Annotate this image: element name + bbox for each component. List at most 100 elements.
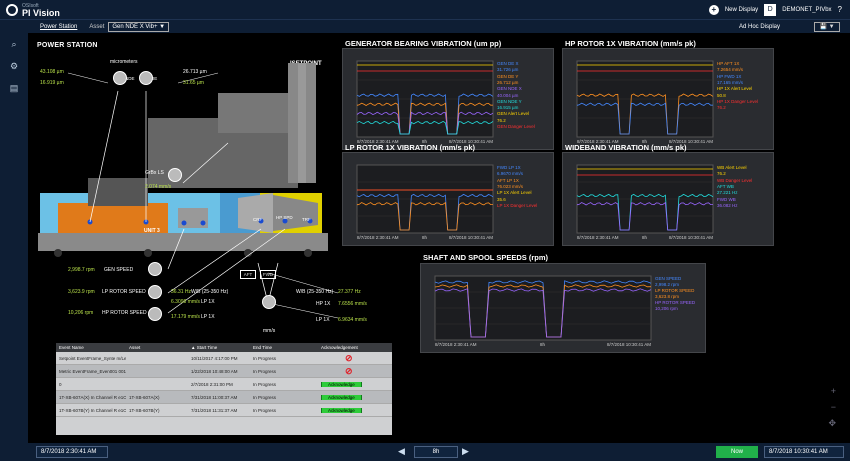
trend-generator-bearing-vibration[interactable]: GENERATOR BEARING VIBRATION (um pp) GEN D…	[342, 39, 554, 150]
header-start-time[interactable]: ▲ Start Time	[188, 343, 250, 352]
legend-item[interactable]: GEN NDE Y	[497, 99, 522, 104]
legend-item[interactable]: LP 1X Alert Level	[497, 190, 531, 195]
table-row[interactable]: 1T-XB-607A(X) In Channel R e1Ot 1T-XB-607…	[56, 391, 392, 404]
display-name-link[interactable]: Power Station	[40, 24, 77, 30]
legend-item[interactable]: 17.165 mm/s	[717, 80, 743, 85]
header-end-time[interactable]: End Time	[250, 343, 318, 352]
gen-speed-gauge-icon[interactable]	[148, 262, 162, 276]
legend-item[interactable]: HP ROTOR SPEED	[655, 300, 695, 305]
user-name[interactable]: DEMONET_PIVbx	[782, 7, 831, 13]
gearbox-value: 2.074 mm/s	[145, 184, 172, 190]
event-table-header: Event Name Asset ▲ Start Time End Time A…	[56, 343, 392, 352]
gearbox-sensor-icon[interactable]	[168, 168, 182, 182]
legend-item[interactable]: 27.221 Hz	[717, 190, 738, 195]
legend-item[interactable]: HP FWD 1X	[717, 74, 741, 79]
legend-item[interactable]: 76.2	[497, 118, 506, 123]
legend-item[interactable]: 76.2	[717, 171, 726, 176]
power-station-diagram	[38, 63, 339, 319]
legend-item[interactable]: GEN Alert Level	[497, 111, 529, 116]
search-icon[interactable]: ⌕	[8, 39, 20, 49]
legend-item[interactable]: AFT LP 1X	[497, 178, 519, 183]
legend-item[interactable]: WB Alert Level	[717, 165, 747, 170]
trend-hp-rotor-vibration[interactable]: HP ROTOR 1X VIBRATION (mm/s pk) HP AFT 1X…	[562, 39, 774, 150]
trend-shaft-spool-speeds[interactable]: SHAFT AND SPOOL SPEEDS (rpm) GEN SPEED 2,9…	[420, 253, 706, 353]
assets-icon[interactable]: ⚙	[8, 61, 20, 71]
osisoft-logo-icon	[6, 3, 18, 16]
user-avatar-icon[interactable]: D	[764, 3, 777, 16]
legend-item[interactable]: 35.6	[497, 197, 506, 202]
end-time-input[interactable]: 8/7/2018 10:30:41 AM	[764, 446, 844, 458]
legend-item[interactable]: HP AFT 1X	[717, 61, 739, 66]
acknowledge-button[interactable]: Acknowledge	[321, 381, 362, 387]
cell-start: 2/7/2018 2:31:00 PM	[191, 381, 233, 387]
legend-item[interactable]: GEN DE X	[497, 61, 519, 66]
legend-item[interactable]: 31.726 µm	[497, 67, 518, 72]
legend-item[interactable]: 2,998.2 rpm	[655, 282, 679, 287]
legend-item[interactable]: 76.2	[717, 105, 726, 110]
table-row[interactable]: Setpoint EventFrame_Synte m/Less2017/10/…	[56, 352, 392, 365]
time-back-arrow-icon[interactable]: ◀	[398, 446, 405, 457]
acknowledge-button[interactable]: Acknowledge	[321, 407, 362, 413]
header-event-name[interactable]: Event Name	[56, 343, 126, 352]
duration-input[interactable]: 8h	[414, 446, 458, 458]
save-button[interactable]: 💾 ▼	[814, 22, 840, 32]
gen-nde-x-value: 16.919 µm	[40, 80, 64, 86]
lp-rotor-gauge-icon[interactable]	[148, 285, 162, 299]
legend-item[interactable]: 6.9670 mm/s	[497, 171, 523, 176]
gen-de-sensor-icon[interactable]	[139, 71, 153, 85]
asset-select[interactable]: Gen NDE X Vib+ ▼	[108, 21, 170, 32]
pi-vision-logo[interactable]: OSIsoft PI Vision	[0, 3, 140, 17]
legend-item[interactable]: GEN Danger Level	[497, 124, 535, 129]
wb-value: 36.31 Hz	[171, 289, 192, 295]
legend-item[interactable]: 10,206 rpm	[655, 306, 678, 311]
table-row[interactable]: 0 2/7/2018 2:31:00 PM In Progress Acknowled…	[56, 378, 392, 391]
legend-item[interactable]: 50.8	[717, 93, 726, 98]
legend-item[interactable]: 3,623.8 rpm	[655, 294, 679, 299]
trend-title: SHAFT AND SPOOL SPEEDS (rpm)	[423, 253, 549, 262]
vibration-gauge-icon[interactable]	[262, 295, 276, 309]
time-axis-start: 8/7/2018 2:30:41 AM	[357, 235, 399, 240]
start-time-input[interactable]: 8/7/2018 2:30:41 AM	[36, 446, 108, 458]
legend-item[interactable]: 36.082 Hz	[717, 203, 738, 208]
hp-rotor-speed-value: 10,206 rpm	[68, 310, 94, 316]
now-button[interactable]: Now	[716, 446, 758, 458]
zoom-in-icon[interactable]: +	[831, 386, 836, 396]
cell-start: 7/31/2018 11:00:37 AM	[191, 394, 238, 400]
legend-item[interactable]: GEN SPEED	[655, 276, 681, 281]
legend-item[interactable]: 26.712 µm	[497, 80, 518, 85]
time-forward-arrow-icon[interactable]: ▶	[462, 446, 469, 457]
no-ack-icon: ⊘	[345, 352, 353, 363]
table-row[interactable]: 1T-XB-607B(Y) In Channel R e1Ot 1T-XB-607…	[56, 404, 392, 417]
legend-item[interactable]: HP 1X Danger Level	[717, 99, 758, 104]
legend-item[interactable]: 16.915 µm	[497, 105, 518, 110]
library-icon[interactable]: ▤	[8, 83, 20, 93]
trend-lp-rotor-vibration[interactable]: LP ROTOR 1X VIBRATION (mm/s pk) FWD LP 1X…	[342, 143, 554, 246]
legend-item[interactable]: GEN DE Y	[497, 74, 518, 79]
trend-wideband-vibration[interactable]: WIDEBAND VIBRATION (mm/s pk) WB Alert Lev…	[562, 143, 774, 246]
table-row[interactable]: Metric EventFrame_Even001 00122-001 1/22/…	[56, 365, 392, 378]
acknowledge-button[interactable]: Acknowledge	[321, 394, 362, 400]
legend-item[interactable]: GEN NDE X	[497, 86, 522, 91]
zoom-fit-icon[interactable]: ✥	[828, 418, 836, 429]
legend-item[interactable]: HP 1X Alert Level	[717, 86, 752, 91]
hp-rotor-gauge-icon[interactable]	[148, 307, 162, 321]
adhoc-display-button[interactable]: Ad Hoc Display	[739, 24, 780, 30]
gen-nde-sensor-icon[interactable]	[113, 71, 127, 85]
legend-item[interactable]: 76.023 mm/s	[497, 184, 523, 189]
legend-item[interactable]: WB Danger Level	[717, 178, 752, 183]
zoom-out-icon[interactable]: −	[831, 402, 836, 412]
legend-item[interactable]: FWD WB	[717, 197, 736, 202]
legend-item[interactable]: FWD LP 1X	[497, 165, 521, 170]
header-acknowledgement[interactable]: Acknowledgement	[318, 343, 392, 352]
trend-title: HP ROTOR 1X VIBRATION (mm/s pk)	[565, 39, 696, 48]
legend-item[interactable]: AFT WB	[717, 184, 734, 189]
legend-item[interactable]: LP ROTOR SPEED	[655, 288, 694, 293]
new-display-button[interactable]: New Display	[725, 7, 758, 13]
help-icon[interactable]: ?	[838, 5, 842, 14]
new-display-plus-icon[interactable]: +	[708, 4, 719, 15]
legend-item[interactable]: 40.004 µm	[497, 93, 518, 98]
gen-nde-y-value: 43.108 µm	[40, 69, 64, 75]
legend-item[interactable]: LP 1X Danger Level	[497, 203, 537, 208]
header-asset[interactable]: Asset	[126, 343, 188, 352]
legend-item[interactable]: 7.2654 mm/s	[717, 67, 743, 72]
